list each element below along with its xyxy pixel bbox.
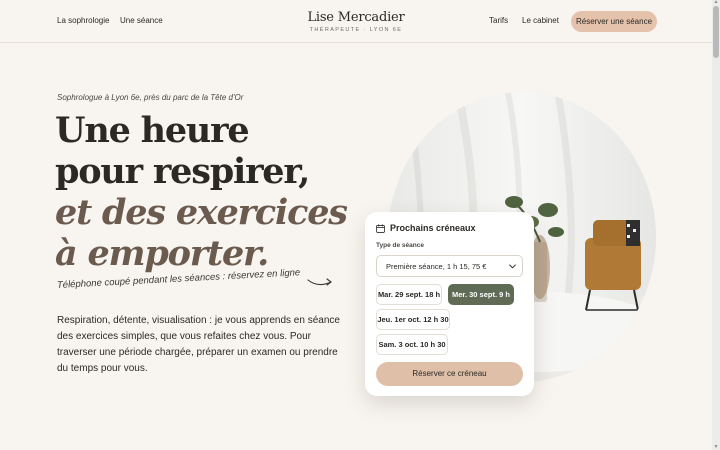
calendar-icon [376,223,385,233]
nav-link-cabinet[interactable]: Le cabinet [522,16,559,25]
hero-description: Respiration, détente, visualisation : je… [57,315,340,374]
headline-line-4: à emporter. [55,233,269,274]
scroll-up-icon[interactable]: ▲ [713,0,719,5]
nav-link-tarifs[interactable]: Tarifs [489,16,508,25]
session-type-label: Type de séance [376,242,424,249]
booking-card: Prochains créneaux Type de séance Premiè… [365,212,534,396]
brand-logo[interactable]: Lise Mercadier THÉRAPEUTE · LYON 6E [296,10,416,33]
slot-wed-30-sept[interactable]: Mer. 30 sept. 9 h [448,284,514,305]
headline-line-1: Une heure [55,110,250,151]
slot-tue-29-sept[interactable]: Mar. 29 sept. 18 h [376,284,442,305]
hero-headline: Une heure pour respirer, et des exercice… [55,110,348,274]
brand-subtitle: THÉRAPEUTE · LYON 6E [309,27,403,33]
headline-line-2: pour respirer, [55,151,310,192]
chevron-down-icon [509,264,516,268]
book-session-button[interactable]: Réserver une séance [571,11,657,32]
booking-card-header: Prochains créneaux [376,223,476,233]
nav-link-seance[interactable]: Une séance [120,16,163,25]
session-type-select[interactable]: Première séance, 1 h 15, 75 € [376,255,523,277]
booking-card-title: Prochains créneaux [390,223,476,233]
nav-link-sophrologie[interactable]: La sophrologie [57,16,109,25]
scroll-down-icon[interactable]: ▼ [713,445,719,450]
slot-sat-3-oct[interactable]: Sam. 3 oct. 10 h 30 [376,334,448,355]
hero-eyebrow: Sophrologue à Lyon 6e, près du parc de l… [57,93,244,102]
headline-line-3: et des exercices [55,192,348,233]
brand-name: Lise Mercadier [307,10,405,25]
site-header: La sophrologie Une séance Lise Mercadier… [0,0,712,43]
page-scrollbar[interactable]: ▲ ▼ [712,0,720,450]
session-type-value: Première séance, 1 h 15, 75 € [386,261,487,271]
slot-thu-1-oct[interactable]: Jeu. 1er oct. 12 h 30 [376,309,450,330]
curved-arrow-icon [307,278,332,286]
scrollbar-thumb[interactable] [713,6,719,58]
book-slot-button[interactable]: Réserver ce créneau [376,362,523,386]
